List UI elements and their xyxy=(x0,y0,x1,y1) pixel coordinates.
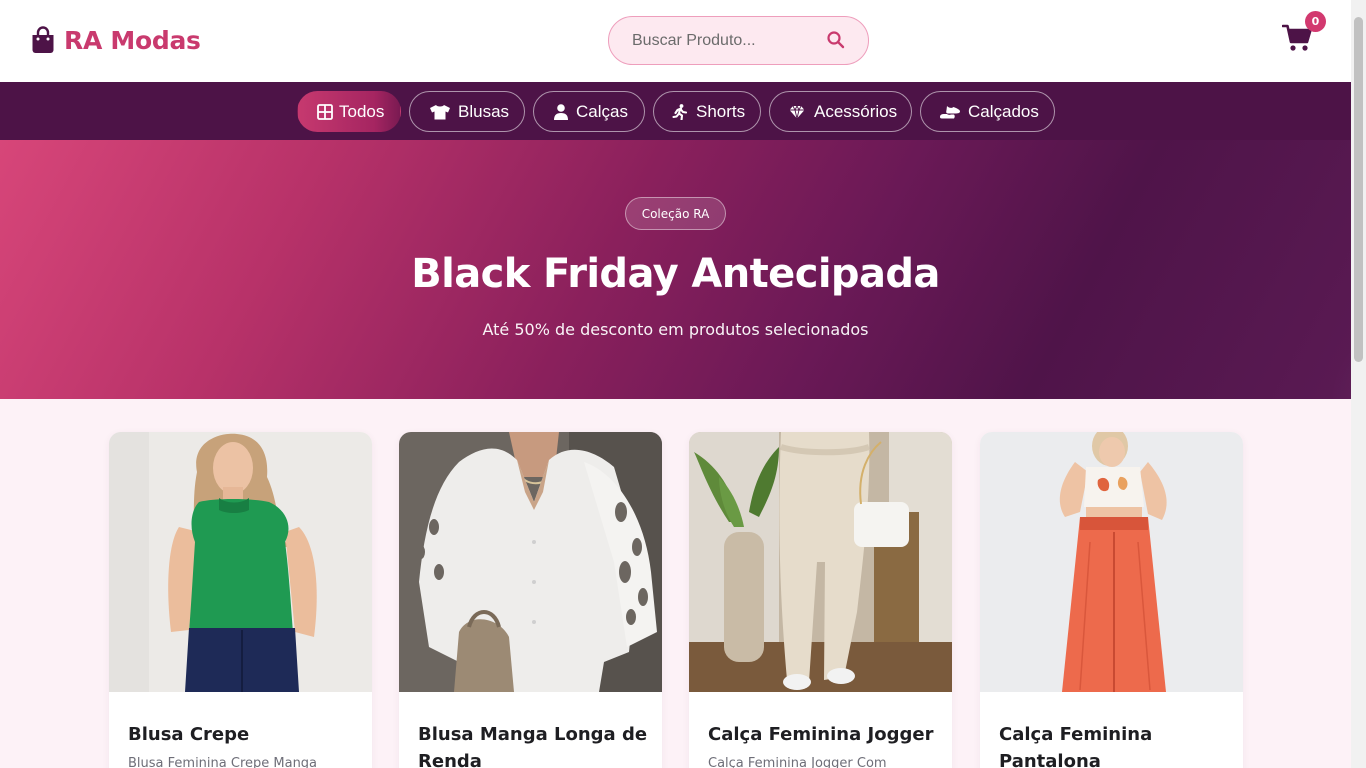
product-image xyxy=(980,432,1243,692)
category-label: Calçados xyxy=(968,101,1039,121)
shopping-bag-icon xyxy=(32,26,54,53)
category-calcados[interactable]: Calçados xyxy=(920,91,1055,132)
hero-banner: Coleção RA Black Friday Antecipada Até 5… xyxy=(0,140,1351,399)
category-label: Blusas xyxy=(458,101,510,121)
product-description: Blusa Feminina Crepe Manga xyxy=(128,756,318,768)
category-label: Todos xyxy=(339,101,385,121)
category-calcas[interactable]: Calças xyxy=(533,91,645,132)
brand-logo[interactable]: RA Modas xyxy=(31,24,201,56)
site-header: RA Modas 0 xyxy=(0,0,1351,82)
gem-icon xyxy=(789,104,805,119)
product-image xyxy=(109,432,372,692)
category-label: Acessórios xyxy=(814,101,898,121)
product-title: Calça Feminina Jogger xyxy=(708,724,934,745)
collection-tag: Coleção RA xyxy=(625,197,726,230)
scrollbar-thumb[interactable] xyxy=(1354,17,1363,362)
search-input[interactable] xyxy=(632,29,822,53)
cart-count-badge: 0 xyxy=(1305,11,1326,32)
product-description: Calça Feminina Jogger Com xyxy=(708,756,887,768)
category-acessorios[interactable]: Acessórios xyxy=(769,91,912,132)
shoe-icon xyxy=(940,106,960,119)
brand-name: RA Modas xyxy=(64,25,201,55)
product-title: Calça Feminina Pantalona xyxy=(999,724,1153,768)
category-todos[interactable]: Todos xyxy=(297,91,401,132)
hero-title: Black Friday Antecipada xyxy=(411,251,940,297)
user-icon xyxy=(554,104,568,120)
category-label: Calças xyxy=(576,101,628,121)
product-image xyxy=(689,432,952,692)
category-label: Shorts xyxy=(696,101,746,121)
product-card[interactable]: Blusa Crepe Blusa Feminina Crepe Manga xyxy=(109,432,372,768)
shirt-icon xyxy=(430,105,450,120)
category-shorts[interactable]: Shorts xyxy=(653,91,761,132)
product-card[interactable]: Calça Feminina Pantalona xyxy=(980,432,1243,768)
product-card[interactable]: Calça Feminina Jogger Calça Feminina Jog… xyxy=(689,432,952,768)
product-image xyxy=(399,432,662,692)
category-nav: Todos Blusas Calças Shorts Acessórios Ca… xyxy=(0,82,1351,140)
product-title: Blusa Crepe xyxy=(128,724,250,745)
product-card[interactable]: Blusa Manga Longa de Renda xyxy=(399,432,662,768)
running-person-icon xyxy=(672,104,687,120)
product-title: Blusa Manga Longa de Renda xyxy=(418,724,648,768)
search-icon[interactable] xyxy=(826,30,846,50)
category-blusas[interactable]: Blusas xyxy=(409,91,525,132)
hero-subtitle: Até 50% de desconto em produtos selecion… xyxy=(482,320,869,339)
grid-icon xyxy=(317,104,333,120)
